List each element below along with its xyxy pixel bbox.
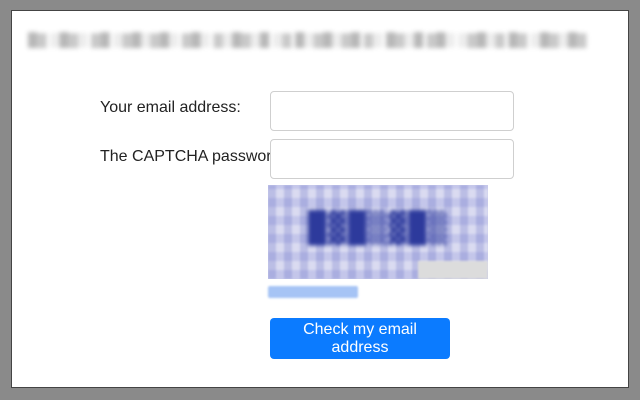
captcha-footer [418,261,488,279]
intro-text-blurred: █▓ ▒█▓▒ ▓█ ▒▓█▒▓█▒ ▓█▒ ▓▒█▓▒█ ▒▓ █▒▓█▒▓█… [28,32,590,47]
captcha-refresh-link[interactable] [268,286,358,298]
captcha-field[interactable] [270,139,514,179]
captcha-label: The CAPTCHA password: [100,148,285,165]
page-panel: █▓ ▒█▓▒ ▓█ ▒▓█▒▓█▒ ▓█▒ ▓▒█▓▒█ ▒▓ █▒▓█▒▓█… [11,10,629,388]
email-label: Your email address: [100,99,241,116]
email-field[interactable] [270,91,514,131]
captcha-glyphs: █▓█▒▓█▒ [308,211,449,246]
captcha-image: █▓█▒▓█▒ [268,185,488,279]
check-email-button[interactable]: Check my email address [270,318,450,359]
